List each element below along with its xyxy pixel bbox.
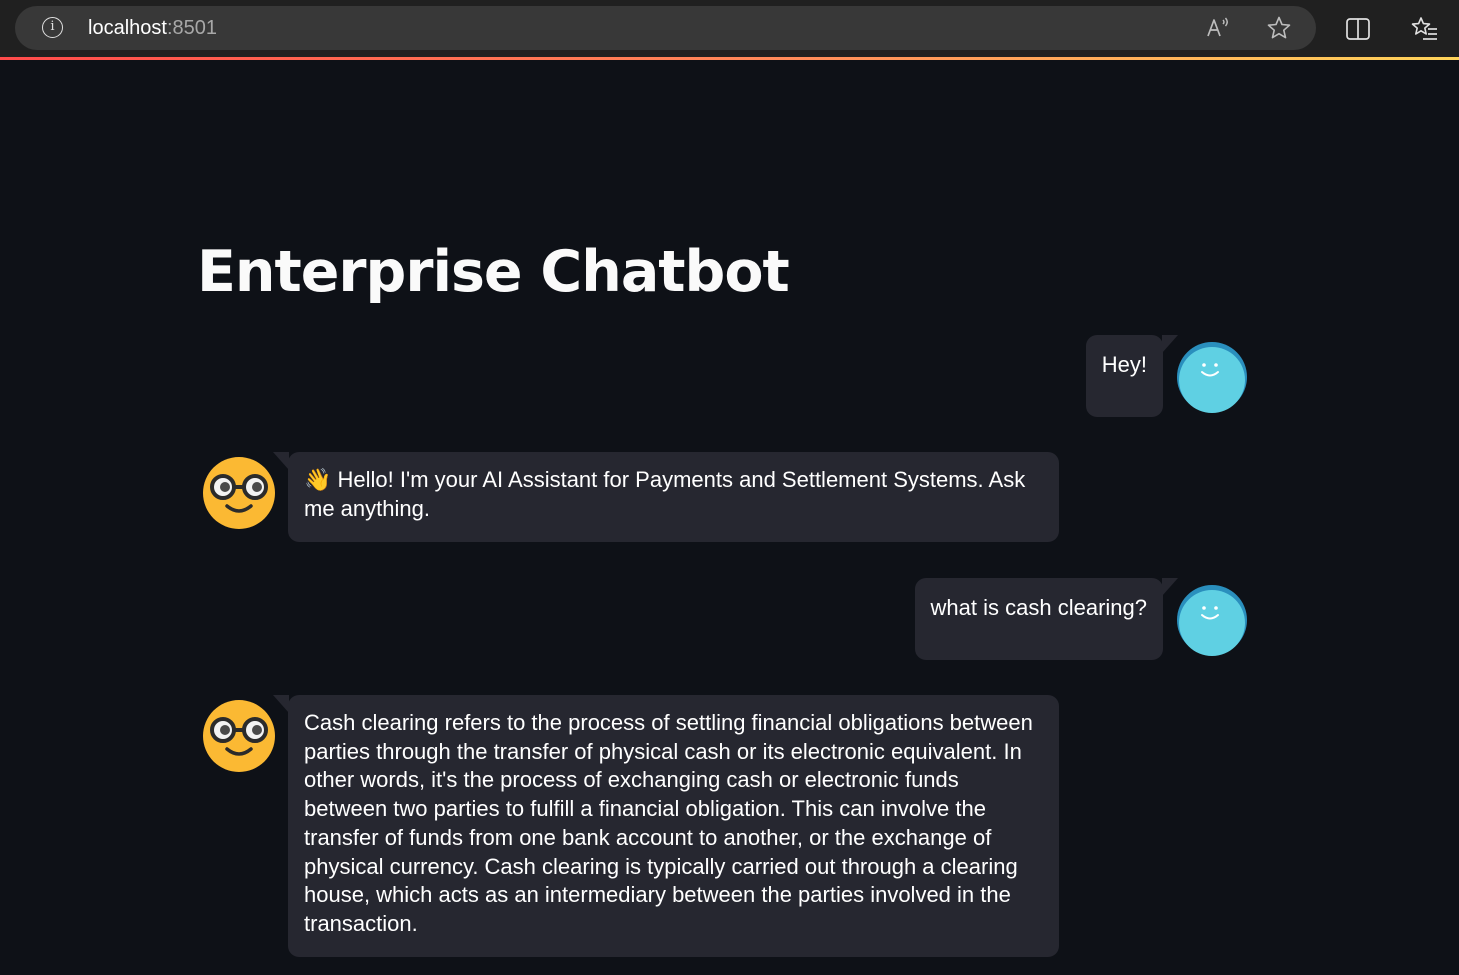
favorite-star-icon[interactable] (1265, 14, 1293, 42)
url-host: localhost (88, 17, 167, 39)
address-bar[interactable]: i localhost:8501 (15, 6, 1316, 50)
message-text: what is cash clearing? (930, 595, 1147, 620)
smiling-bubble-avatar-icon (1177, 585, 1247, 656)
message-text: Hello! I'm your AI Assistant for Payment… (304, 467, 1026, 521)
nerd-face-avatar-icon (203, 457, 275, 529)
chat-message-user: Hey! (1085, 335, 1248, 417)
favorites-list-icon[interactable] (1411, 15, 1439, 43)
split-screen-icon[interactable] (1344, 15, 1372, 43)
chat-message-user: what is cash clearing? (914, 578, 1248, 660)
smiling-bubble-avatar-icon (1177, 342, 1247, 413)
url-text[interactable]: localhost:8501 (88, 17, 217, 39)
message-bubble: Cash clearing refers to the process of s… (273, 695, 1059, 957)
read-aloud-icon[interactable] (1204, 14, 1232, 42)
message-text: Cash clearing refers to the process of s… (304, 710, 1033, 936)
message-bubble: Hey! (1085, 335, 1179, 417)
message-text: Hey! (1101, 352, 1147, 377)
browser-toolbar: i localhost:8501 (0, 0, 1459, 57)
url-port: :8501 (166, 17, 217, 39)
nerd-face-avatar-icon (203, 700, 275, 772)
message-bubble: what is cash clearing? (914, 578, 1179, 660)
wave-emoji-icon: 👋 (304, 467, 332, 492)
message-bubble: 👋 Hello! I'm your AI Assistant for Payme… (273, 452, 1059, 542)
app-main: Enterprise Chatbot Hey! 👋 Hello! I'm you… (0, 60, 1459, 975)
page-title: Enterprise Chatbot (197, 239, 790, 305)
info-icon[interactable]: i (42, 17, 63, 38)
